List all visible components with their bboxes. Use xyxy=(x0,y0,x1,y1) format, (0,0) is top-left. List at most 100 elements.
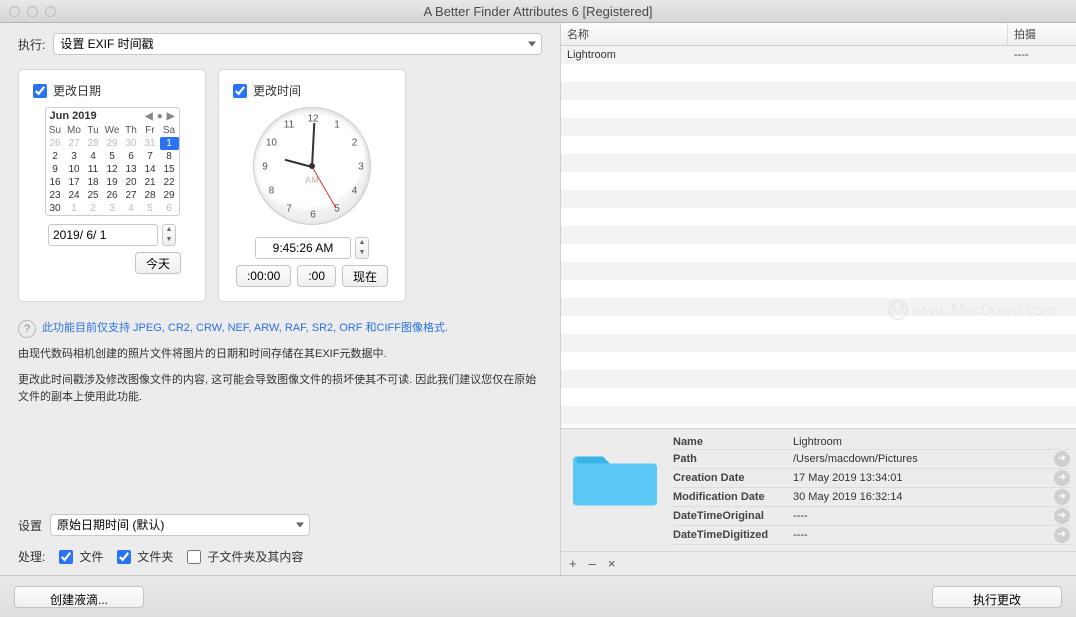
calendar-day-prev[interactable]: 31 xyxy=(141,137,160,150)
table-row-empty xyxy=(561,316,1076,334)
calendar-day-prev[interactable]: 27 xyxy=(65,137,84,150)
calendar-day[interactable]: 26 xyxy=(103,189,122,202)
calendar-day[interactable]: 10 xyxy=(65,163,84,176)
calendar-day[interactable]: 18 xyxy=(84,176,103,189)
table-row-empty xyxy=(561,154,1076,172)
calendar-day[interactable]: 27 xyxy=(122,189,141,202)
calendar-day-prev[interactable]: 30 xyxy=(122,137,141,150)
calendar-day[interactable]: 28 xyxy=(141,189,160,202)
calendar-day-prev[interactable]: 29 xyxy=(103,137,122,150)
help-icon[interactable]: ? xyxy=(18,320,36,338)
cal-prev-icon[interactable]: ◀ xyxy=(145,111,153,122)
calendar-day[interactable]: 11 xyxy=(84,163,103,176)
detail-val-mdate: 30 May 2019 16:32:14 xyxy=(793,491,1054,503)
use-mdate-icon[interactable]: ➜ xyxy=(1054,489,1070,505)
calendar-day[interactable]: 17 xyxy=(65,176,84,189)
second-hand xyxy=(312,166,337,208)
now-button[interactable]: 现在 xyxy=(342,265,388,287)
calendar-day-next[interactable]: 1 xyxy=(65,202,84,215)
calendar-day[interactable]: 30 xyxy=(46,202,65,215)
calendar-day[interactable]: 5 xyxy=(103,150,122,163)
calendar-day[interactable]: 6 xyxy=(122,150,141,163)
weekday-header: Th xyxy=(122,124,141,137)
table-row-empty xyxy=(561,262,1076,280)
reveal-path-icon[interactable]: ➜ xyxy=(1054,451,1070,467)
date-field[interactable] xyxy=(48,224,158,246)
table-row-empty xyxy=(561,388,1076,406)
clear-files-button[interactable]: × xyxy=(608,556,616,571)
file-list[interactable]: Lightroom---- xyxy=(561,46,1076,428)
calendar-day[interactable]: 20 xyxy=(122,176,141,189)
calendar[interactable]: Jun 2019 ◀ ● ▶ SuMoTuWeThFrSa26272829303… xyxy=(45,107,180,216)
right-pane: 名称 拍摄 Lightroom---- NameLightroom Path/U… xyxy=(560,23,1076,575)
calendar-nav[interactable]: ◀ ● ▶ xyxy=(145,111,174,122)
calendar-day[interactable]: 2 xyxy=(46,150,65,163)
calendar-day[interactable]: 12 xyxy=(103,163,122,176)
calendar-day-next[interactable]: 2 xyxy=(84,202,103,215)
col-name[interactable]: 名称 xyxy=(561,23,1008,45)
calendar-day[interactable]: 16 xyxy=(46,176,65,189)
weekday-header: We xyxy=(103,124,122,137)
detail-key-dto: DateTimeOriginal xyxy=(673,510,793,522)
process-folders-checkbox[interactable] xyxy=(117,550,131,564)
table-row[interactable]: Lightroom---- xyxy=(561,46,1076,64)
calendar-day[interactable]: 8 xyxy=(160,150,179,163)
use-cdate-icon[interactable]: ➜ xyxy=(1054,470,1070,486)
process-subfolders-label: 子文件夹及其内容 xyxy=(207,548,303,565)
window-title: A Better Finder Attributes 6 [Registered… xyxy=(0,4,1076,19)
process-subfolders-checkbox[interactable] xyxy=(187,550,201,564)
action-select[interactable]: 设置 EXIF 时间戳 xyxy=(53,33,542,55)
calendar-day[interactable]: 14 xyxy=(141,163,160,176)
calendar-day[interactable]: 22 xyxy=(160,176,179,189)
calendar-day-next[interactable]: 3 xyxy=(103,202,122,215)
change-time-checkbox[interactable] xyxy=(233,84,247,98)
settings-select[interactable]: 原始日期时间 (默认) xyxy=(50,514,310,536)
calendar-day[interactable]: 21 xyxy=(141,176,160,189)
zero-minutes-button[interactable]: :00 xyxy=(297,265,336,287)
time-field[interactable] xyxy=(255,237,351,259)
analog-clock[interactable]: 121234567891011 AM xyxy=(253,107,371,225)
calendar-day[interactable]: 24 xyxy=(65,189,84,202)
calendar-day-next[interactable]: 4 xyxy=(122,202,141,215)
calendar-day[interactable]: 3 xyxy=(65,150,84,163)
use-dto-icon[interactable]: ➜ xyxy=(1054,508,1070,524)
calendar-day[interactable]: 25 xyxy=(84,189,103,202)
process-files-checkbox[interactable] xyxy=(59,550,73,564)
calendar-day[interactable]: 15 xyxy=(160,163,179,176)
cal-today-icon[interactable]: ● xyxy=(157,111,163,122)
time-stepper[interactable]: ▲▼ xyxy=(355,237,369,259)
clock-number: 11 xyxy=(284,120,294,131)
calendar-day[interactable]: 29 xyxy=(160,189,179,202)
date-stepper[interactable]: ▲▼ xyxy=(162,224,176,246)
change-date-checkbox[interactable] xyxy=(33,84,47,98)
detail-val-dto: ---- xyxy=(793,510,1054,522)
weekday-header: Mo xyxy=(65,124,84,137)
calendar-day[interactable]: 4 xyxy=(84,150,103,163)
settings-label: 设置 xyxy=(18,517,42,534)
zero-seconds-button[interactable]: :00:00 xyxy=(236,265,291,287)
calendar-day[interactable]: 1 xyxy=(160,137,179,150)
calendar-day-prev[interactable]: 26 xyxy=(46,137,65,150)
create-droplet-button[interactable]: 创建液滴... xyxy=(14,586,144,608)
cal-next-icon[interactable]: ▶ xyxy=(167,111,175,122)
folder-icon xyxy=(567,435,663,513)
calendar-day[interactable]: 9 xyxy=(46,163,65,176)
calendar-day-prev[interactable]: 28 xyxy=(84,137,103,150)
calendar-day[interactable]: 13 xyxy=(122,163,141,176)
calendar-day-next[interactable]: 5 xyxy=(141,202,160,215)
table-row-empty xyxy=(561,100,1076,118)
remove-file-button[interactable]: – xyxy=(589,556,596,571)
apply-changes-button[interactable]: 执行更改 xyxy=(932,586,1062,608)
add-file-button[interactable]: + xyxy=(569,556,577,571)
detail-val-dtd: ---- xyxy=(793,529,1054,541)
calendar-day[interactable]: 19 xyxy=(103,176,122,189)
clock-number: 6 xyxy=(310,210,316,221)
calendar-day-next[interactable]: 6 xyxy=(160,202,179,215)
detail-val-path: /Users/macdown/Pictures xyxy=(793,453,1054,465)
table-row-empty xyxy=(561,208,1076,226)
calendar-day[interactable]: 7 xyxy=(141,150,160,163)
today-button[interactable]: 今天 xyxy=(135,252,181,274)
calendar-day[interactable]: 23 xyxy=(46,189,65,202)
use-dtd-icon[interactable]: ➜ xyxy=(1054,527,1070,543)
col-shot[interactable]: 拍摄 xyxy=(1008,23,1076,45)
